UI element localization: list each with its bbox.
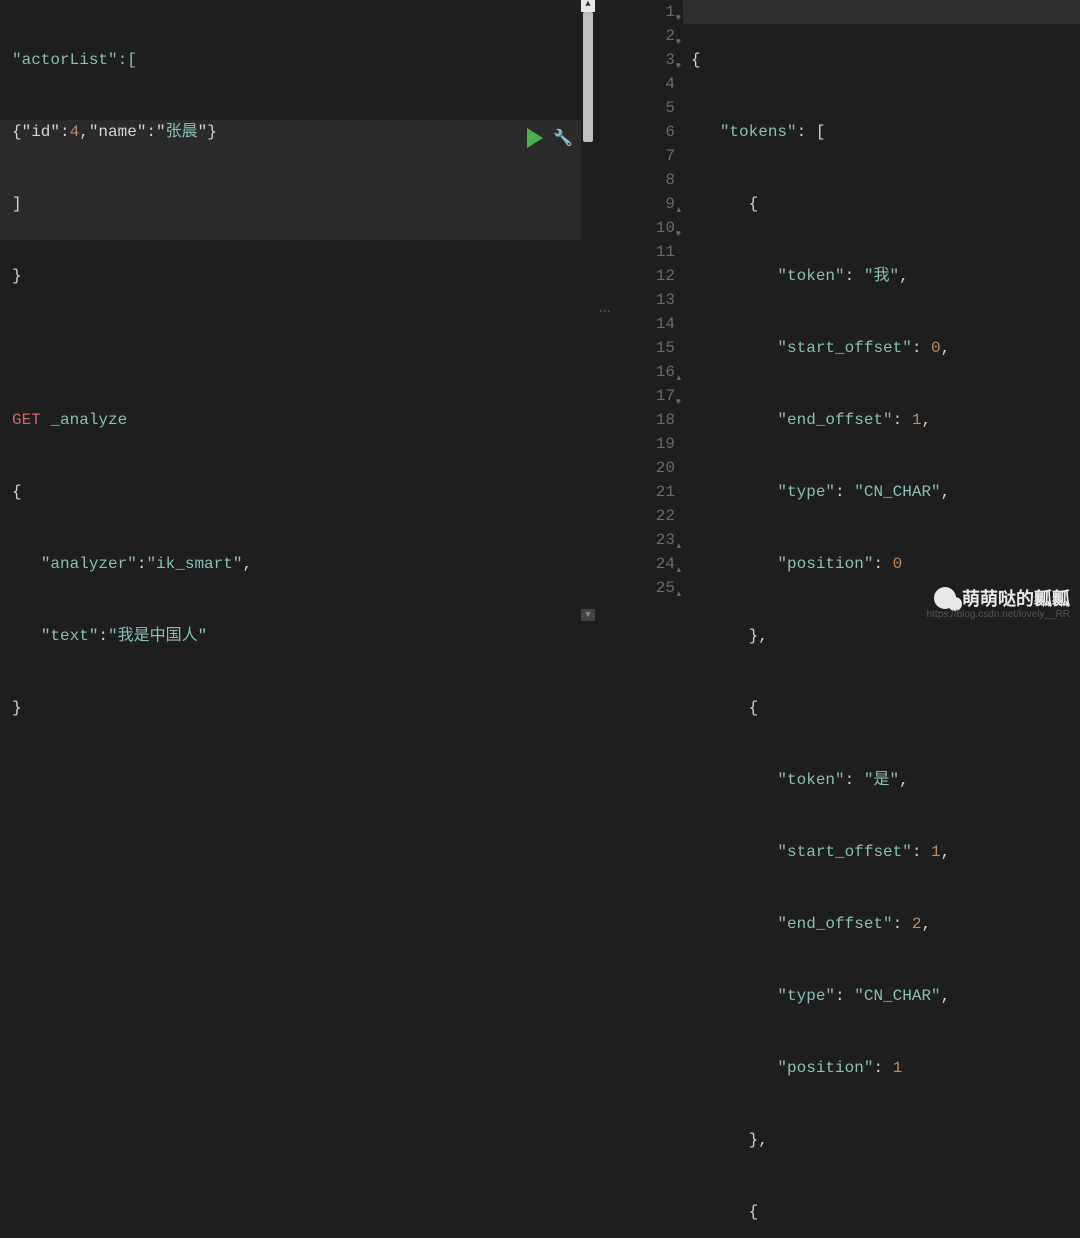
- request-editor-code[interactable]: "actorList":[ {"id":4,"name":"张晨"} ] } G…: [0, 0, 595, 619]
- wrench-icon[interactable]: 🔧: [553, 128, 573, 148]
- response-gutter: 1♥ 2♥ 3♥ 4 5 6 7 8 9▴ 10♥ 11 12 13 14 15…: [613, 0, 683, 619]
- request-editor-pane[interactable]: "actorList":[ {"id":4,"name":"张晨"} ] } G…: [0, 0, 595, 619]
- left-scrollbar[interactable]: ▲ ▼: [581, 0, 595, 619]
- pane-splitter[interactable]: ⋮: [595, 0, 613, 619]
- response-code: { "tokens": [ { "token": "我", "start_off…: [683, 0, 1080, 619]
- run-controls: 🔧: [527, 128, 573, 148]
- attribution: https://blog.csdn.net/lovely__RR: [927, 609, 1070, 620]
- response-pane[interactable]: 1♥ 2♥ 3♥ 4 5 6 7 8 9▴ 10♥ 11 12 13 14 15…: [613, 0, 1080, 619]
- http-method: GET: [12, 411, 41, 429]
- watermark: 萌萌哒的瓤瓤: [934, 585, 1070, 611]
- drag-handle-icon: ⋮: [602, 305, 606, 315]
- wechat-icon: [934, 587, 956, 609]
- json-key: "actorList":[: [12, 51, 137, 69]
- run-icon[interactable]: [527, 128, 543, 148]
- request-path: _analyze: [50, 411, 127, 429]
